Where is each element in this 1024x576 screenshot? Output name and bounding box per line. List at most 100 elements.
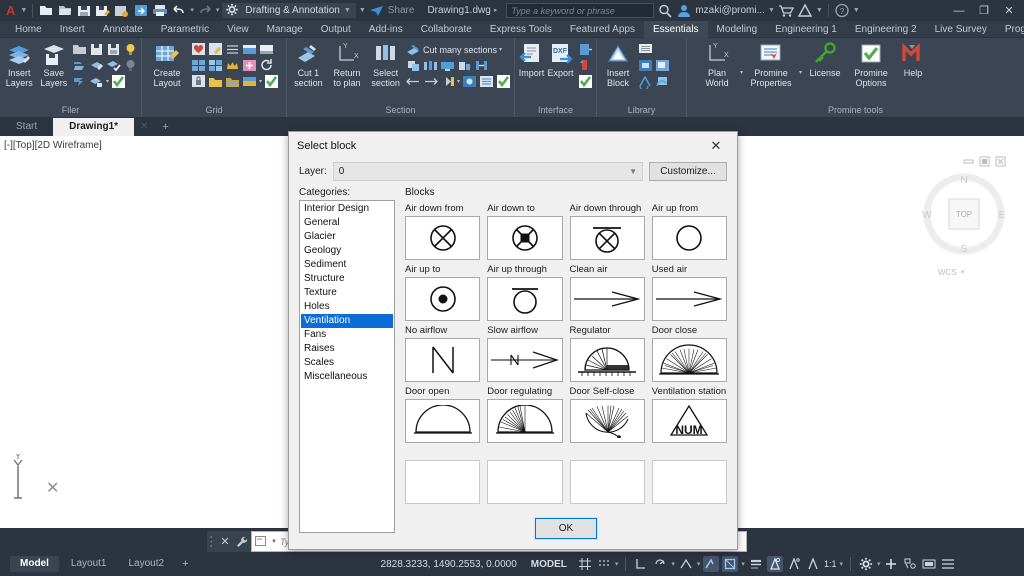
select-section-button[interactable]: Select section	[367, 40, 404, 88]
workspace-chevron-icon[interactable]: ▼	[344, 7, 351, 14]
block-air-up-from[interactable]: Air up from	[652, 200, 727, 260]
redo-icon[interactable]	[197, 3, 213, 18]
block-preview-empty[interactable]	[570, 460, 645, 504]
dialog-close-icon[interactable]: ✕	[703, 135, 729, 157]
interface-export-icon[interactable]	[578, 42, 593, 57]
annotation-scale-value[interactable]: 1:1	[824, 559, 837, 569]
workspace-switch-chevron-icon[interactable]: ▾	[877, 561, 881, 568]
viewport-label[interactable]: [-][Top][2D Wireframe]	[4, 140, 102, 151]
ortho-mode-icon[interactable]	[633, 556, 649, 572]
save-all-layers-icon[interactable]	[106, 42, 121, 57]
user-name[interactable]: mzaki@promi...	[695, 5, 765, 16]
section-view-icon[interactable]	[462, 74, 477, 89]
space-toggle[interactable]: MODEL	[531, 559, 567, 570]
plan-world-button[interactable]: YX Plan World	[696, 40, 738, 88]
block-preview[interactable]	[405, 216, 480, 260]
polar-chevron-icon[interactable]: ▾	[671, 561, 675, 568]
save-layers-button[interactable]: Save Layers	[38, 40, 71, 88]
ribbon-tab-progeox[interactable]: Progeox	[996, 21, 1024, 38]
annotation-monitor-icon[interactable]	[805, 556, 821, 572]
category-fans[interactable]: Fans	[301, 328, 393, 342]
sync-icon[interactable]	[133, 3, 149, 18]
library-grid-icon[interactable]	[638, 58, 653, 73]
block-preview[interactable]	[652, 277, 727, 321]
clean-screen-icon[interactable]	[921, 556, 937, 572]
category-sediment[interactable]: Sediment	[301, 258, 393, 272]
selection-cycling-icon[interactable]	[767, 556, 783, 572]
grid-split-icon[interactable]	[191, 58, 206, 73]
add-layout-button[interactable]: +	[176, 558, 194, 570]
coordinates-display[interactable]: 2828.3233, 1490.2553, 0.0000	[381, 559, 517, 570]
command-history-icon[interactable]	[255, 536, 268, 547]
ribbon-tab-insert[interactable]: Insert	[51, 21, 94, 38]
layout-tab-layout2[interactable]: Layout2	[118, 556, 174, 572]
block-door-open[interactable]: Door open	[405, 383, 480, 443]
grid-table-icon[interactable]	[242, 42, 257, 57]
cut-many-sections-icon[interactable]	[406, 42, 421, 57]
layer-on-icon[interactable]	[123, 42, 138, 57]
new-file-tab-icon[interactable]: +	[154, 118, 176, 136]
block-preview[interactable]	[570, 277, 645, 321]
quick-access-chevron-icon[interactable]: ▼	[359, 7, 366, 14]
return-to-plan-button[interactable]: YX Return to plan	[329, 40, 366, 88]
section-box-icon[interactable]	[406, 58, 421, 73]
user-chevron-icon[interactable]: ▼	[768, 7, 775, 14]
cut-many-sections-label[interactable]: Cut many sections	[423, 45, 497, 55]
block-door-regulating[interactable]: Door regulating	[487, 383, 562, 443]
export-button[interactable]: DXF Export	[547, 40, 574, 78]
layer-edit-icon[interactable]	[89, 58, 104, 73]
block-preview-empty[interactable]	[652, 460, 727, 504]
block-preview[interactable]	[487, 338, 562, 382]
block-ventilation-station[interactable]: Ventilation station NUM	[652, 383, 727, 443]
ribbon-tab-home[interactable]: Home	[6, 21, 51, 38]
osnap-chevron-icon[interactable]: ▾	[697, 561, 701, 568]
section-expand-chevron-icon[interactable]: ▾	[457, 78, 460, 85]
interface-check-icon[interactable]	[578, 74, 593, 89]
block-preview[interactable]	[405, 277, 480, 321]
block-empty-slot[interactable]	[405, 444, 480, 504]
snap-mode-icon[interactable]	[596, 556, 612, 572]
autocad-a-logo[interactable]: A	[4, 3, 17, 18]
block-clean-air[interactable]: Clean air	[570, 261, 645, 321]
user-avatar-icon[interactable]	[676, 3, 692, 18]
category-texture[interactable]: Texture	[301, 286, 393, 300]
layout-tab-layout1[interactable]: Layout1	[61, 556, 117, 572]
block-preview[interactable]	[652, 216, 727, 260]
polar-tracking-icon[interactable]	[652, 556, 668, 572]
grid-lock-icon[interactable]	[191, 74, 206, 89]
layer-delete-icon[interactable]	[89, 74, 104, 89]
ribbon-tab-express-tools[interactable]: Express Tools	[481, 21, 561, 38]
save-layer-state-icon[interactable]	[89, 42, 104, 57]
category-structure[interactable]: Structure	[301, 272, 393, 286]
category-scales[interactable]: Scales	[301, 356, 393, 370]
block-preview-empty[interactable]	[487, 460, 562, 504]
category-ventilation[interactable]: Ventilation	[301, 314, 393, 328]
customize-button[interactable]: Customize...	[649, 162, 727, 181]
isolate-group-icon[interactable]	[902, 556, 918, 572]
command-line-drag-handle[interactable]	[207, 531, 217, 552]
viewcube[interactable]: TOP N S E W WCS ▼	[916, 150, 1012, 270]
promine-options-button[interactable]: Promine Options	[848, 40, 894, 88]
isolate-objects-icon[interactable]	[722, 556, 738, 572]
grid-refresh-icon[interactable]	[259, 58, 274, 73]
block-air-up-to[interactable]: Air up to	[405, 261, 480, 321]
grid-blue-icon[interactable]	[242, 74, 257, 89]
section-arrow-left-icon[interactable]	[406, 74, 421, 89]
plan-world-chevron-icon[interactable]: ▾	[740, 69, 743, 76]
lineweight-icon[interactable]	[748, 556, 764, 572]
close-button[interactable]: ✕	[998, 4, 1020, 17]
customization-icon[interactable]	[940, 556, 956, 572]
file-tab-drawing1[interactable]: Drawing1*	[53, 118, 134, 136]
category-miscellaneous[interactable]: Miscellaneous	[301, 370, 393, 384]
grid-cells-icon[interactable]	[208, 58, 223, 73]
block-empty-slot[interactable]	[652, 444, 727, 504]
undo-chevron-icon[interactable]: ▾	[190, 7, 194, 14]
ribbon-tab-view[interactable]: View	[218, 21, 258, 38]
block-used-air[interactable]: Used air	[652, 261, 727, 321]
file-tab-close-icon[interactable]: ✕	[134, 118, 154, 136]
wcs-chevron-icon[interactable]: ▼	[960, 270, 966, 276]
promine-properties-button[interactable]: Promine Properties	[745, 40, 797, 88]
block-preview[interactable]: NUM	[652, 399, 727, 443]
ribbon-tab-engineering-1[interactable]: Engineering 1	[766, 21, 846, 38]
ribbon-tab-addins[interactable]: Add-ins	[360, 21, 412, 38]
